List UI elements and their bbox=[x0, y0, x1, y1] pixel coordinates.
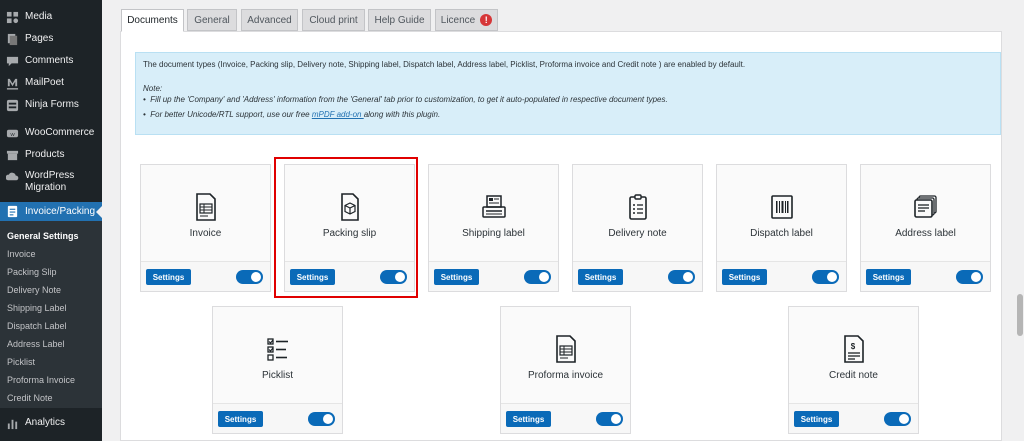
picklist-icon bbox=[266, 335, 290, 363]
menu-item-products[interactable]: Products bbox=[0, 148, 102, 162]
invoice-icon bbox=[194, 193, 218, 221]
card-credit-note: $ Credit note Settings bbox=[788, 306, 919, 434]
notice-bullet-1: • Fill up the 'Company' and 'Address' in… bbox=[143, 95, 668, 104]
credit-note-toggle[interactable] bbox=[884, 412, 911, 426]
tab-licence[interactable]: Licence! bbox=[435, 9, 498, 31]
card-title: Delivery note bbox=[608, 228, 667, 239]
media-icon bbox=[5, 10, 19, 24]
card-title: Credit note bbox=[829, 370, 878, 381]
analytics-icon bbox=[5, 416, 19, 430]
menu-item-invoice-packing[interactable]: Invoice/Packing bbox=[0, 202, 102, 221]
migration-label-line2: Migration bbox=[25, 182, 67, 193]
submenu-general-settings[interactable]: General Settings bbox=[7, 230, 79, 242]
card-title: Address label bbox=[895, 228, 956, 239]
ninja-forms-icon bbox=[5, 98, 19, 112]
menu-item-woocommerce[interactable]: W WooCommerce bbox=[0, 126, 102, 140]
tab-general[interactable]: General bbox=[187, 9, 237, 31]
svg-text:W: W bbox=[10, 131, 15, 136]
submenu-dispatch-label[interactable]: Dispatch Label bbox=[7, 320, 67, 332]
dispatch-label-settings-button[interactable]: Settings bbox=[722, 269, 767, 285]
shipping-label-toggle[interactable] bbox=[524, 270, 551, 284]
menu-item-media[interactable]: Media bbox=[0, 10, 102, 24]
delivery-note-toggle[interactable] bbox=[668, 270, 695, 284]
card-picklist: Picklist Settings bbox=[212, 306, 343, 434]
proforma-invoice-toggle[interactable] bbox=[596, 412, 623, 426]
menu-item-analytics[interactable]: Analytics bbox=[0, 416, 102, 430]
card-title: Dispatch label bbox=[750, 228, 813, 239]
tab-documents[interactable]: Documents bbox=[121, 9, 184, 32]
card-address-label: Address label Settings bbox=[860, 164, 991, 292]
menu-item-wordpress-migration[interactable]: WordPress Migration bbox=[0, 170, 102, 196]
delivery-note-settings-button[interactable]: Settings bbox=[578, 269, 623, 285]
card-dispatch-label: Dispatch label Settings bbox=[716, 164, 847, 292]
dispatch-label-icon bbox=[770, 193, 794, 221]
shipping-label-icon bbox=[481, 193, 506, 221]
picklist-settings-button[interactable]: Settings bbox=[218, 411, 263, 427]
address-label-settings-button[interactable]: Settings bbox=[866, 269, 911, 285]
info-notice: The document types (Invoice, Packing sli… bbox=[135, 52, 1001, 135]
card-shipping-label: Shipping label Settings bbox=[428, 164, 559, 292]
submenu-invoice[interactable]: Invoice bbox=[7, 248, 36, 260]
menu-item-mailpoet[interactable]: MailPoet bbox=[0, 76, 102, 90]
tab-help-guide[interactable]: Help Guide bbox=[368, 9, 431, 31]
migration-icon bbox=[5, 170, 19, 184]
active-menu-arrow bbox=[96, 205, 102, 218]
submenu-credit-note[interactable]: Credit Note bbox=[7, 392, 53, 404]
invoice-toggle[interactable] bbox=[236, 270, 263, 284]
woocommerce-icon: W bbox=[5, 126, 19, 140]
notice-bullet-2: • For better Unicode/RTL support, use ou… bbox=[143, 110, 441, 119]
card-title: Shipping label bbox=[462, 228, 525, 239]
card-title: Picklist bbox=[261, 370, 294, 381]
mpdf-addon-link[interactable]: mPDF add-on bbox=[312, 110, 364, 119]
invoice-settings-button[interactable]: Settings bbox=[146, 269, 191, 285]
admin-sidebar: Media Pages Comments MailPoet Ninja Form… bbox=[0, 0, 102, 441]
card-title: Invoice bbox=[189, 228, 222, 239]
proforma-invoice-icon bbox=[554, 335, 578, 363]
migration-label-line1: WordPress bbox=[25, 170, 75, 181]
notice-main-text: The document types (Invoice, Packing sli… bbox=[143, 60, 746, 69]
submenu-address-label[interactable]: Address Label bbox=[7, 338, 65, 350]
delivery-note-icon bbox=[626, 193, 650, 221]
page-scrollbar[interactable] bbox=[1016, 0, 1024, 441]
notice-note-label: Note: bbox=[143, 84, 163, 93]
tab-advanced[interactable]: Advanced bbox=[241, 9, 298, 31]
credit-note-icon: $ bbox=[842, 335, 866, 363]
address-label-toggle[interactable] bbox=[956, 270, 983, 284]
packing-slip-highlight bbox=[274, 157, 418, 298]
submenu-picklist[interactable]: Picklist bbox=[7, 356, 35, 368]
menu-item-ninja-forms[interactable]: Ninja Forms bbox=[0, 98, 102, 112]
submenu-delivery-note[interactable]: Delivery Note bbox=[7, 284, 61, 296]
invoice-packing-icon bbox=[5, 205, 19, 219]
card-title: Proforma invoice bbox=[527, 370, 604, 381]
submenu-shipping-label[interactable]: Shipping Label bbox=[7, 302, 67, 314]
credit-note-settings-button[interactable]: Settings bbox=[794, 411, 839, 427]
submenu-packing-slip[interactable]: Packing Slip bbox=[7, 266, 57, 278]
submenu-proforma-invoice[interactable]: Proforma Invoice bbox=[7, 374, 75, 386]
dispatch-label-toggle[interactable] bbox=[812, 270, 839, 284]
comments-icon bbox=[5, 54, 19, 68]
picklist-toggle[interactable] bbox=[308, 412, 335, 426]
mailpoet-icon bbox=[5, 76, 19, 90]
card-delivery-note: Delivery note Settings bbox=[572, 164, 703, 292]
menu-item-pages[interactable]: Pages bbox=[0, 32, 102, 46]
svg-text:$: $ bbox=[850, 342, 855, 351]
pages-icon bbox=[5, 32, 19, 46]
card-invoice: Invoice Settings bbox=[140, 164, 271, 292]
card-proforma-invoice: Proforma invoice Settings bbox=[500, 306, 631, 434]
address-label-icon bbox=[913, 193, 938, 221]
tab-cloud-print[interactable]: Cloud print bbox=[302, 9, 365, 31]
shipping-label-settings-button[interactable]: Settings bbox=[434, 269, 479, 285]
proforma-invoice-settings-button[interactable]: Settings bbox=[506, 411, 551, 427]
scrollbar-thumb[interactable] bbox=[1017, 294, 1023, 336]
products-icon bbox=[5, 148, 19, 162]
menu-item-comments[interactable]: Comments bbox=[0, 54, 102, 68]
invoice-packing-submenu: General Settings Invoice Packing Slip De… bbox=[0, 221, 102, 408]
licence-alert-badge: ! bbox=[480, 14, 493, 26]
